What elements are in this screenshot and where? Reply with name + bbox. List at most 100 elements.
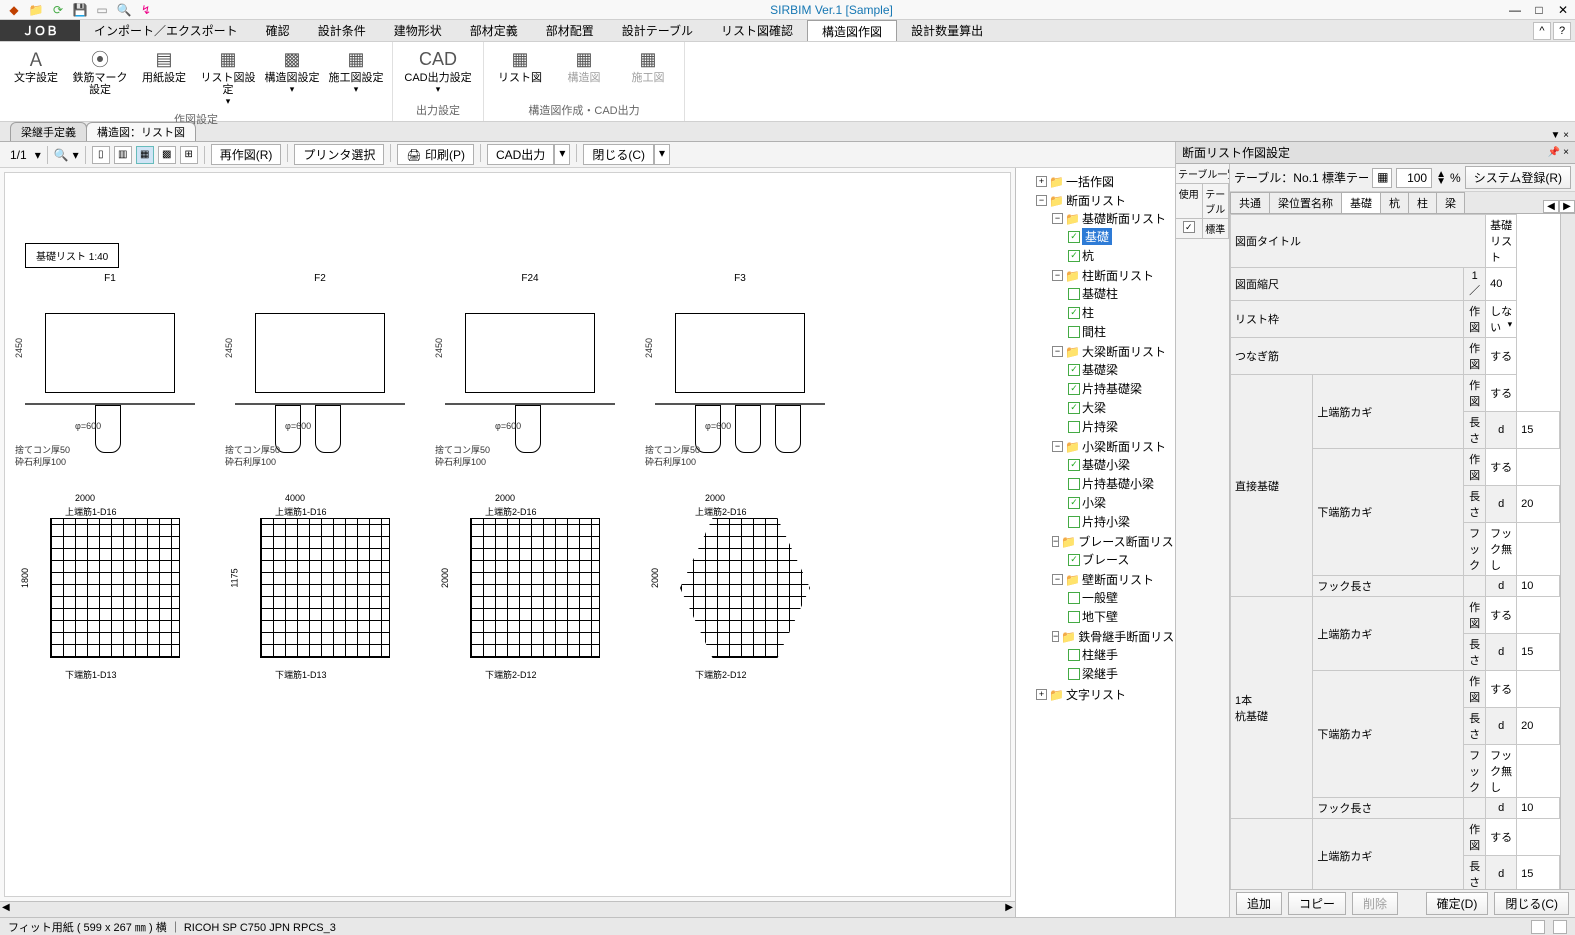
doc-tab-1[interactable]: 構造図：リスト図 <box>86 122 196 141</box>
toolbar-dd-4[interactable]: ▾ <box>654 144 670 165</box>
prop-tab-2[interactable]: 基礎 <box>1341 192 1381 213</box>
menu-item-7[interactable]: リスト図確認 <box>707 20 807 41</box>
tree-checkbox[interactable] <box>1068 668 1080 680</box>
table-row-checkbox[interactable]: ✓ <box>1176 219 1203 239</box>
add-button[interactable]: 追加 <box>1236 892 1282 915</box>
layout-5-icon[interactable]: ⊞ <box>180 146 198 164</box>
prop-value[interactable]: 40 <box>1486 268 1517 301</box>
tree-node[interactable]: −📁大梁断面リスト <box>1052 343 1171 360</box>
prop-value[interactable]: 10 <box>1517 798 1560 819</box>
toolbar-dd-3[interactable]: ▾ <box>554 144 570 165</box>
tab-controls[interactable]: ▼ × <box>1544 130 1575 141</box>
status-icon-1[interactable] <box>1531 920 1545 934</box>
ribbon-btn-0-3[interactable]: ▦リスト図設定▾ <box>198 46 258 109</box>
tree-checkbox[interactable]: ✓ <box>1068 250 1080 262</box>
maximize-button[interactable]: □ <box>1527 1 1551 19</box>
tree-checkbox[interactable]: ✓ <box>1068 383 1080 395</box>
zoom-icon[interactable]: 🔍 <box>116 2 132 18</box>
ribbon-btn-0-4[interactable]: ▩構造図設定▾ <box>262 46 322 97</box>
tree-node[interactable]: 片持小梁 <box>1068 513 1171 530</box>
tree-checkbox[interactable] <box>1068 478 1080 490</box>
ribbon-btn-2-0[interactable]: ▦リスト図 <box>490 46 550 86</box>
tree-checkbox[interactable] <box>1068 421 1080 433</box>
prop-tab-1[interactable]: 梁位置名称 <box>1269 192 1342 213</box>
tree-checkbox[interactable] <box>1068 326 1080 338</box>
icon-button[interactable]: ▦ <box>1372 168 1392 188</box>
prop-value[interactable]: 10 <box>1517 576 1560 597</box>
tree-node[interactable]: ✓柱 <box>1068 304 1171 321</box>
tree-node[interactable]: +📁一括作図 <box>1036 173 1171 190</box>
tree-node[interactable]: 片持基礎小梁 <box>1068 475 1171 492</box>
tree-node[interactable]: −📁小梁断面リスト <box>1052 438 1171 455</box>
prop-tab-4[interactable]: 柱 <box>1408 192 1437 213</box>
layout-3-icon[interactable]: ▦ <box>136 146 154 164</box>
tree-expand-icon[interactable]: − <box>1052 536 1059 547</box>
tree-node[interactable]: ✓杭 <box>1068 247 1171 264</box>
toolbar-btn-2[interactable]: 🖨 印刷(P) <box>397 144 474 165</box>
toolbar-btn-3[interactable]: CAD出力 <box>487 144 554 165</box>
tree-expand-icon[interactable]: − <box>1052 631 1059 642</box>
app-icon[interactable]: ◆ <box>6 2 22 18</box>
copy-button[interactable]: コピー <box>1288 892 1346 915</box>
minimize-button[interactable]: — <box>1503 1 1527 19</box>
tree-node[interactable]: ✓ブレース <box>1068 551 1171 568</box>
zoom-dropdown-icon[interactable]: ▾ <box>73 148 79 162</box>
tree-expand-icon[interactable]: + <box>1036 689 1047 700</box>
tree-node[interactable]: ✓基礎 <box>1068 228 1171 245</box>
ribbon-btn-1-0[interactable]: CADCAD出力設定▾ <box>399 46 477 97</box>
prop-value[interactable]: しない ▾ <box>1486 301 1517 338</box>
open-icon[interactable]: 📁 <box>28 2 44 18</box>
prop-value[interactable]: 基礎リスト <box>1486 215 1517 268</box>
tree-expand-icon[interactable]: − <box>1052 574 1063 585</box>
pin-icon[interactable]: 📌 × <box>1548 147 1569 158</box>
tree-expand-icon[interactable]: + <box>1036 176 1047 187</box>
tree-checkbox[interactable]: ✓ <box>1068 307 1080 319</box>
help-button[interactable]: ? <box>1553 22 1571 40</box>
prop-value[interactable]: する <box>1486 819 1517 856</box>
toolbar-btn-0[interactable]: 再作図(R) <box>211 144 282 165</box>
tree-checkbox[interactable] <box>1068 592 1080 604</box>
prop-value[interactable]: する <box>1486 338 1517 375</box>
drawing-canvas[interactable]: 基礎リスト 1:40 F12450φ=600捨てコン厚50砕石利厚100F224… <box>0 168 1015 917</box>
tree-node[interactable]: −📁ブレース断面リスト <box>1052 533 1171 550</box>
prop-tab-3[interactable]: 杭 <box>1380 192 1409 213</box>
page-dropdown-icon[interactable]: ▾ <box>35 148 41 162</box>
prop-tab-0[interactable]: 共通 <box>1230 192 1270 213</box>
tree-expand-icon[interactable]: − <box>1036 195 1047 206</box>
table-row-label[interactable]: 標準 <box>1203 219 1230 239</box>
prop-value[interactable]: する <box>1486 449 1517 486</box>
tree-expand-icon[interactable]: − <box>1052 270 1063 281</box>
tree-node[interactable]: +📁文字リスト <box>1036 686 1171 703</box>
tab-nav-icon[interactable]: ▶ <box>1559 200 1575 213</box>
status-icon-2[interactable] <box>1553 920 1567 934</box>
prop-value[interactable]: フック無し <box>1486 523 1517 576</box>
menu-item-5[interactable]: 部材配置 <box>532 20 608 41</box>
tree-checkbox[interactable]: ✓ <box>1068 554 1080 566</box>
tab-nav-icon[interactable]: ◀ <box>1543 200 1559 213</box>
tree-node[interactable]: ✓小梁 <box>1068 494 1171 511</box>
tree-expand-icon[interactable]: − <box>1052 213 1063 224</box>
refresh-icon[interactable]: ⟳ <box>50 2 66 18</box>
layout-4-icon[interactable]: ▩ <box>158 146 176 164</box>
tree-checkbox[interactable] <box>1068 649 1080 661</box>
menu-expand-icon[interactable]: ^ <box>1533 22 1551 40</box>
tree-node[interactable]: −📁基礎断面リスト <box>1052 210 1171 227</box>
graph-icon[interactable]: ↯ <box>138 2 154 18</box>
save-icon[interactable]: 💾 <box>72 2 88 18</box>
horizontal-scrollbar[interactable] <box>0 901 1015 917</box>
tree-node[interactable]: ✓片持基礎梁 <box>1068 380 1171 397</box>
tree-node[interactable]: 柱継手 <box>1068 646 1171 663</box>
zoom-tool-icon[interactable]: 🔍 <box>54 148 69 162</box>
tree-checkbox[interactable] <box>1068 288 1080 300</box>
menu-item-6[interactable]: 設計テーブル <box>608 20 707 41</box>
tree-checkbox[interactable] <box>1068 611 1080 623</box>
toolbar-btn-4[interactable]: 閉じる(C) <box>583 144 654 165</box>
tree-checkbox[interactable]: ✓ <box>1068 459 1080 471</box>
layout-1-icon[interactable]: ▯ <box>92 146 110 164</box>
menu-job[interactable]: ＪＯＢ <box>0 20 80 41</box>
tree-node[interactable]: −📁壁断面リスト <box>1052 571 1171 588</box>
system-register-button[interactable]: システム登録(R) <box>1465 166 1571 189</box>
tree-checkbox[interactable]: ✓ <box>1068 231 1080 243</box>
vertical-scrollbar[interactable] <box>1560 214 1575 889</box>
tree-node[interactable]: ✓基礎梁 <box>1068 361 1171 378</box>
